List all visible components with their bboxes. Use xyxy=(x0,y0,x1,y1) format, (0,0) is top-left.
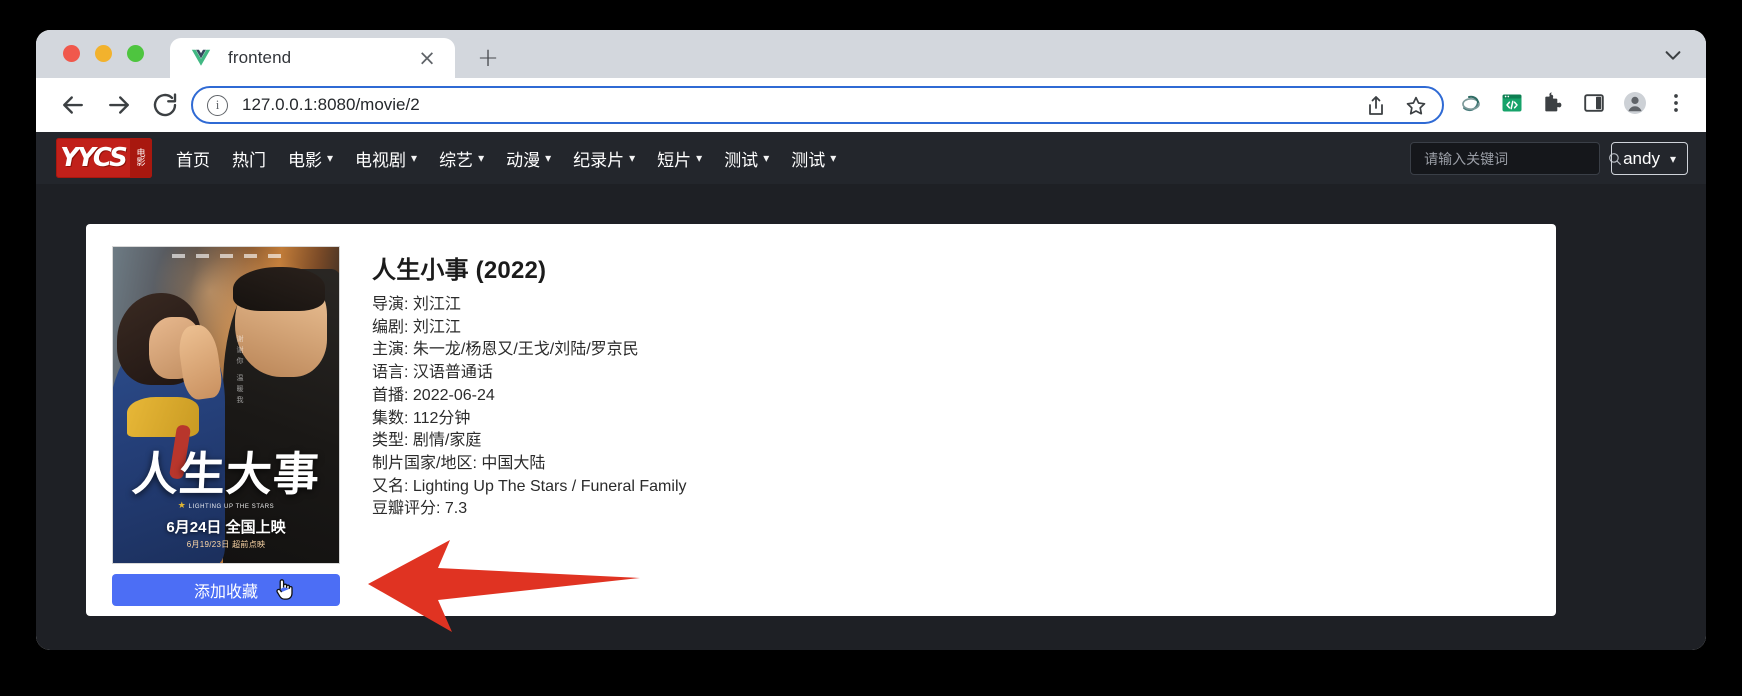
maximize-window-button[interactable] xyxy=(127,45,144,62)
info-icon[interactable]: i xyxy=(207,94,228,116)
movie-detail-language: 语言: 汉语普通话 xyxy=(372,364,493,382)
navbar-right-group: andy ▾ xyxy=(1410,142,1688,175)
close-tab-button[interactable]: × xyxy=(417,48,437,69)
movie-detail-writer: 编剧: 刘江江 xyxy=(372,318,461,336)
logo-badge-char-2: 影 xyxy=(136,157,146,167)
window-controls xyxy=(63,45,144,62)
address-bar[interactable]: i 127.0.0.1:8080/movie/2 xyxy=(191,86,1444,124)
chevron-down-icon: ▾ xyxy=(629,151,636,165)
nav-item-label: 测试 xyxy=(724,150,759,170)
forward-button[interactable] xyxy=(104,90,134,120)
extension-toolbar xyxy=(1459,91,1688,115)
nav-item-label: 电影 xyxy=(288,150,322,170)
browser-tab[interactable]: frontend × xyxy=(170,38,455,78)
chevron-down-icon: ▾ xyxy=(411,151,418,165)
movie-detail-alias: 又名: Lighting Up The Stars / Funeral Fami… xyxy=(372,477,687,495)
poster-cast-strip xyxy=(113,254,339,258)
user-name: andy xyxy=(1623,148,1660,168)
url-text: 127.0.0.1:8080/movie/2 xyxy=(242,95,420,114)
chevron-down-icon: ▾ xyxy=(327,151,334,165)
nav-item-label: 动漫 xyxy=(506,150,541,170)
poster-release-date: 6月24日 全国上映 xyxy=(166,519,286,536)
movie-poster: 谢谢你 温暖我 人生大事 ★ LIGHTING UP THE STARS 6月2… xyxy=(112,246,340,564)
chevron-down-icon: ▾ xyxy=(478,151,485,165)
search-box[interactable] xyxy=(1410,142,1622,175)
nav-item-documentary[interactable]: 纪录片 ▾ xyxy=(573,146,635,171)
nav-item-short[interactable]: 短片 ▾ xyxy=(657,146,702,171)
movie-detail-card: 谢谢你 温暖我 人生大事 ★ LIGHTING UP THE STARS 6月2… xyxy=(86,224,1556,616)
nav-item-variety[interactable]: 综艺 ▾ xyxy=(439,146,484,171)
chevron-down-icon[interactable] xyxy=(1662,44,1684,66)
movie-detail-country: 制片国家/地区: 中国大陆 xyxy=(372,455,546,473)
browser-toolbar: i 127.0.0.1:8080/movie/2 xyxy=(36,78,1706,132)
movie-detail-duration: 集数: 112分钟 xyxy=(372,409,471,427)
nav-item-label: 综艺 xyxy=(439,150,474,170)
nav-item-label: 电视剧 xyxy=(355,150,407,170)
nav-item-tv[interactable]: 电视剧 ▾ xyxy=(355,146,417,171)
nav-item-label: 短片 xyxy=(657,150,692,170)
user-menu-button[interactable]: andy ▾ xyxy=(1611,142,1688,175)
movie-title: 人生小事 (2022) xyxy=(372,257,547,284)
screenshot-root: frontend × + i 127.0.0.1:8080/movie/2 YY… xyxy=(0,0,1742,696)
bookmark-star-icon[interactable] xyxy=(1404,94,1428,118)
omnibox-actions xyxy=(1364,94,1428,118)
tab-strip: frontend × + xyxy=(36,30,1706,78)
add-to-favorites-label: 添加收藏 xyxy=(193,584,258,601)
nav-item-label: 测试 xyxy=(791,150,826,170)
poster-title-english-text: LIGHTING UP THE STARS xyxy=(188,504,275,510)
puzzle-extension-icon[interactable] xyxy=(1541,91,1565,115)
nav-item-label: 热门 xyxy=(232,150,266,170)
pointing-hand-cursor xyxy=(276,579,293,600)
movie-detail-cast: 主演: 朱一龙/杨恩又/王戈/刘陆/罗京民 xyxy=(372,341,639,359)
tab-title: frontend xyxy=(228,48,292,67)
card-inner: 谢谢你 温暖我 人生大事 ★ LIGHTING UP THE STARS 6月2… xyxy=(86,224,1556,606)
star-icon: ★ xyxy=(177,500,187,510)
poster-vertical-tagline: 谢谢你 温暖我 xyxy=(236,335,243,407)
logo-text: YYCS xyxy=(60,143,128,173)
movie-detail-release-date: 首播: 2022-06-24 xyxy=(372,386,495,404)
chevron-down-icon: ▾ xyxy=(1669,151,1676,166)
nav-item-label: 首页 xyxy=(176,150,210,170)
back-button[interactable] xyxy=(58,90,88,120)
nav-item-anime[interactable]: 动漫 ▾ xyxy=(506,146,551,171)
logo-badge: 电 影 xyxy=(130,138,152,178)
poster-man-hair xyxy=(233,267,325,311)
share-icon[interactable] xyxy=(1364,94,1388,118)
web-page: YYCS 电 影 首页 热门 电影 ▾ 电视剧 ▾ 综艺 ▾ 动漫 ▾ 纪录片 … xyxy=(36,132,1706,650)
browser-window: frontend × + i 127.0.0.1:8080/movie/2 YY… xyxy=(36,30,1706,650)
annotation-arrow xyxy=(368,540,640,632)
close-window-button[interactable] xyxy=(63,45,80,62)
nav-item-test-1[interactable]: 测试 ▾ xyxy=(724,146,769,171)
movie-detail-rating: 豆瓣评分: 7.3 xyxy=(372,500,468,518)
profile-avatar-icon[interactable] xyxy=(1623,91,1647,115)
vue-logo-icon xyxy=(191,49,211,66)
nav-item-movie[interactable]: 电影 ▾ xyxy=(288,146,333,171)
movie-detail-genre: 类型: 剧情/家庭 xyxy=(372,432,482,450)
swirl-extension-icon[interactable] xyxy=(1459,91,1483,115)
poster-column: 谢谢你 温暖我 人生大事 ★ LIGHTING UP THE STARS 6月2… xyxy=(112,246,340,606)
add-to-favorites-button[interactable]: 添加收藏 xyxy=(112,574,340,606)
poster-presale-note: 6月19/23日 超前点映 xyxy=(186,540,266,549)
code-window-extension-icon[interactable] xyxy=(1500,91,1524,115)
movie-detail-director: 导演: 刘江江 xyxy=(372,296,461,313)
reload-button[interactable] xyxy=(150,90,180,120)
chevron-down-icon: ▾ xyxy=(830,151,837,165)
site-logo[interactable]: YYCS 电 影 xyxy=(56,138,152,178)
nav-item-hot[interactable]: 热门 xyxy=(232,146,266,171)
nav-menu: 首页 热门 电影 ▾ 电视剧 ▾ 综艺 ▾ 动漫 ▾ 纪录片 ▾ 短片 ▾ 测试… xyxy=(176,146,858,171)
site-navbar: YYCS 电 影 首页 热门 电影 ▾ 电视剧 ▾ 综艺 ▾ 动漫 ▾ 纪录片 … xyxy=(36,132,1706,184)
minimize-window-button[interactable] xyxy=(95,45,112,62)
side-panel-icon[interactable] xyxy=(1582,91,1606,115)
nav-item-test-2[interactable]: 测试 ▾ xyxy=(791,146,836,171)
poster-title: 人生大事 xyxy=(130,447,322,501)
search-input[interactable] xyxy=(1422,149,1608,168)
new-tab-button[interactable]: + xyxy=(476,45,500,71)
chevron-down-icon: ▾ xyxy=(763,151,770,165)
poster-title-english: ★ LIGHTING UP THE STARS xyxy=(113,500,339,511)
chevron-down-icon: ▾ xyxy=(545,151,552,165)
nav-item-home[interactable]: 首页 xyxy=(176,146,210,171)
chevron-down-icon: ▾ xyxy=(696,151,703,165)
nav-item-label: 纪录片 xyxy=(573,150,625,170)
three-dot-menu-icon[interactable] xyxy=(1664,91,1688,115)
